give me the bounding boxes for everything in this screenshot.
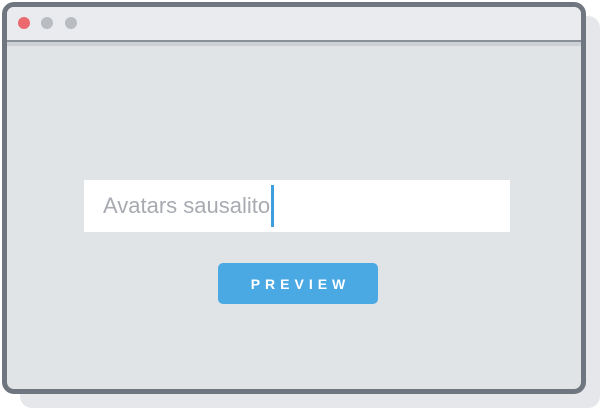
titlebar-divider <box>7 42 581 46</box>
browser-window: Avatars sausalito PREVIEW <box>2 2 586 394</box>
browser-scene: Avatars sausalito PREVIEW <box>0 0 600 408</box>
search-input[interactable]: Avatars sausalito <box>84 180 510 232</box>
zoom-window-icon[interactable] <box>65 17 77 29</box>
search-input-value: Avatars sausalito <box>103 193 271 218</box>
close-window-icon[interactable] <box>18 17 30 29</box>
preview-button[interactable]: PREVIEW <box>218 263 378 304</box>
window-titlebar <box>7 7 581 42</box>
text-caret <box>271 185 275 227</box>
minimize-window-icon[interactable] <box>41 17 53 29</box>
